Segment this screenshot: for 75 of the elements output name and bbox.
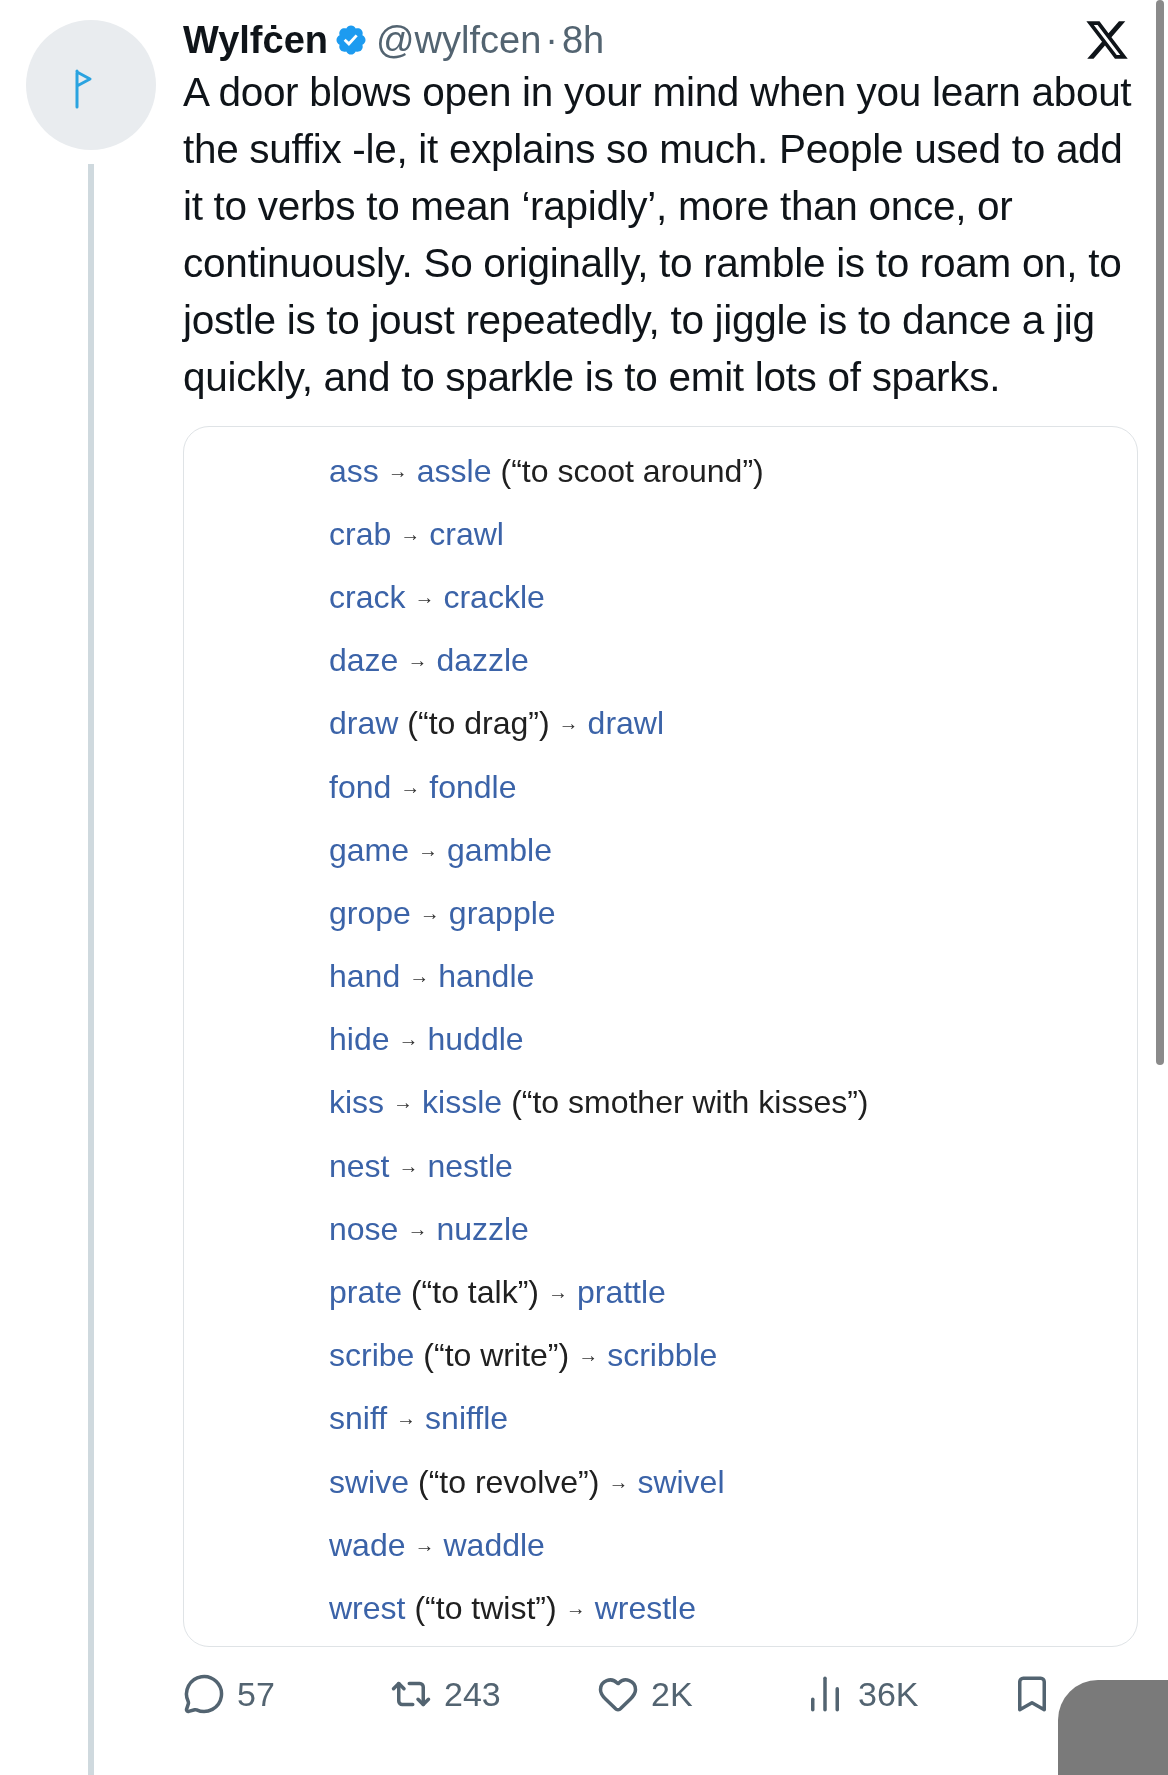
word[interactable]: fond xyxy=(329,762,392,811)
word[interactable]: wrestle xyxy=(594,1583,696,1632)
arrow: → xyxy=(407,1216,428,1242)
arrow: → xyxy=(400,521,421,547)
word[interactable]: crack xyxy=(329,572,406,621)
arrow: → xyxy=(547,1280,568,1306)
arrow: → xyxy=(387,458,408,484)
word[interactable]: gamble xyxy=(447,825,552,874)
arrow: → xyxy=(407,648,428,674)
gloss: (“to drag”) xyxy=(407,704,550,744)
arrow: → xyxy=(398,1153,419,1179)
word[interactable]: grapple xyxy=(448,888,556,937)
arrow: → xyxy=(400,774,421,800)
word[interactable]: draw xyxy=(329,699,399,748)
gloss: (“to twist”) xyxy=(414,1588,557,1628)
word[interactable]: waddle xyxy=(443,1520,545,1569)
word[interactable]: scribble xyxy=(607,1331,718,1380)
word[interactable]: wrest xyxy=(329,1583,406,1632)
action-count: 2K xyxy=(651,1673,693,1715)
word[interactable]: crackle xyxy=(443,572,545,621)
word[interactable]: kissle xyxy=(422,1078,503,1127)
gloss: (“to scoot around”) xyxy=(500,451,764,491)
word[interactable]: prattle xyxy=(576,1268,666,1317)
word[interactable]: crawl xyxy=(429,509,504,558)
author-handle[interactable]: @wylfcen xyxy=(376,11,542,69)
word[interactable]: fondle xyxy=(429,762,517,811)
word[interactable]: dazzle xyxy=(436,636,529,685)
gloss: (“to smother with kisses”) xyxy=(511,1083,869,1123)
word[interactable]: crab xyxy=(329,509,392,558)
arrow: → xyxy=(608,1469,629,1495)
word[interactable]: sniff xyxy=(329,1394,388,1443)
separator: · xyxy=(545,17,558,63)
word[interactable]: huddle xyxy=(427,1015,524,1064)
word[interactable]: wade xyxy=(329,1520,406,1569)
arrow: → xyxy=(414,584,435,610)
rune-icon xyxy=(73,69,94,109)
arrow: → xyxy=(398,1027,419,1053)
gloss: (“to revolve”) xyxy=(418,1462,600,1502)
word[interactable]: hand xyxy=(329,952,401,1001)
word[interactable]: nose xyxy=(329,1204,399,1253)
word[interactable]: assle xyxy=(416,446,492,495)
word[interactable]: prate xyxy=(329,1268,402,1317)
word[interactable]: ass xyxy=(329,446,379,495)
word[interactable]: nestle xyxy=(427,1141,513,1190)
word[interactable]: swive xyxy=(329,1457,409,1506)
action-count: 243 xyxy=(444,1673,501,1715)
word[interactable]: nuzzle xyxy=(436,1204,529,1253)
word[interactable]: handle xyxy=(438,952,535,1001)
word[interactable]: nest xyxy=(329,1141,390,1190)
word[interactable]: game xyxy=(329,825,410,874)
action-count: 57 xyxy=(237,1673,275,1715)
speech-bubble-icon[interactable] xyxy=(183,1673,225,1716)
word[interactable]: grope xyxy=(329,888,411,937)
word[interactable]: sniffle xyxy=(425,1394,509,1443)
action-count: 36K xyxy=(858,1673,919,1715)
arrow: → xyxy=(418,837,439,863)
arrow: → xyxy=(419,900,440,926)
gloss: (“to write”) xyxy=(423,1336,570,1376)
word[interactable]: scribe xyxy=(329,1331,415,1380)
tweet-text: A door blows open in your mind when you learn about the suffix -le, it explains so much. People used to add it to verbs to mean ‘rapidly’, more than once, or continuously. So originally, to ramble is to roam on, to jostle is to joust repeatedly, to jiggle is to dance a jig quickly, and to sparkle is to emit lots of sparks. xyxy=(183,68,1133,402)
arrow: → xyxy=(558,711,579,737)
timestamp: 8h xyxy=(561,17,605,63)
word[interactable]: swivel xyxy=(637,1457,725,1506)
arrow: → xyxy=(414,1532,435,1558)
word[interactable]: drawl xyxy=(587,699,665,748)
arrow: → xyxy=(396,1406,417,1432)
gloss: (“to talk”) xyxy=(410,1273,539,1313)
arrow: → xyxy=(393,1090,414,1116)
author-name[interactable]: Wylfċen xyxy=(183,11,328,69)
arrow: → xyxy=(565,1595,586,1621)
word[interactable]: kiss xyxy=(329,1078,385,1127)
arrow: → xyxy=(409,964,430,990)
word[interactable]: daze xyxy=(329,636,399,685)
arrow: → xyxy=(578,1343,599,1369)
word[interactable]: hide xyxy=(329,1015,390,1064)
